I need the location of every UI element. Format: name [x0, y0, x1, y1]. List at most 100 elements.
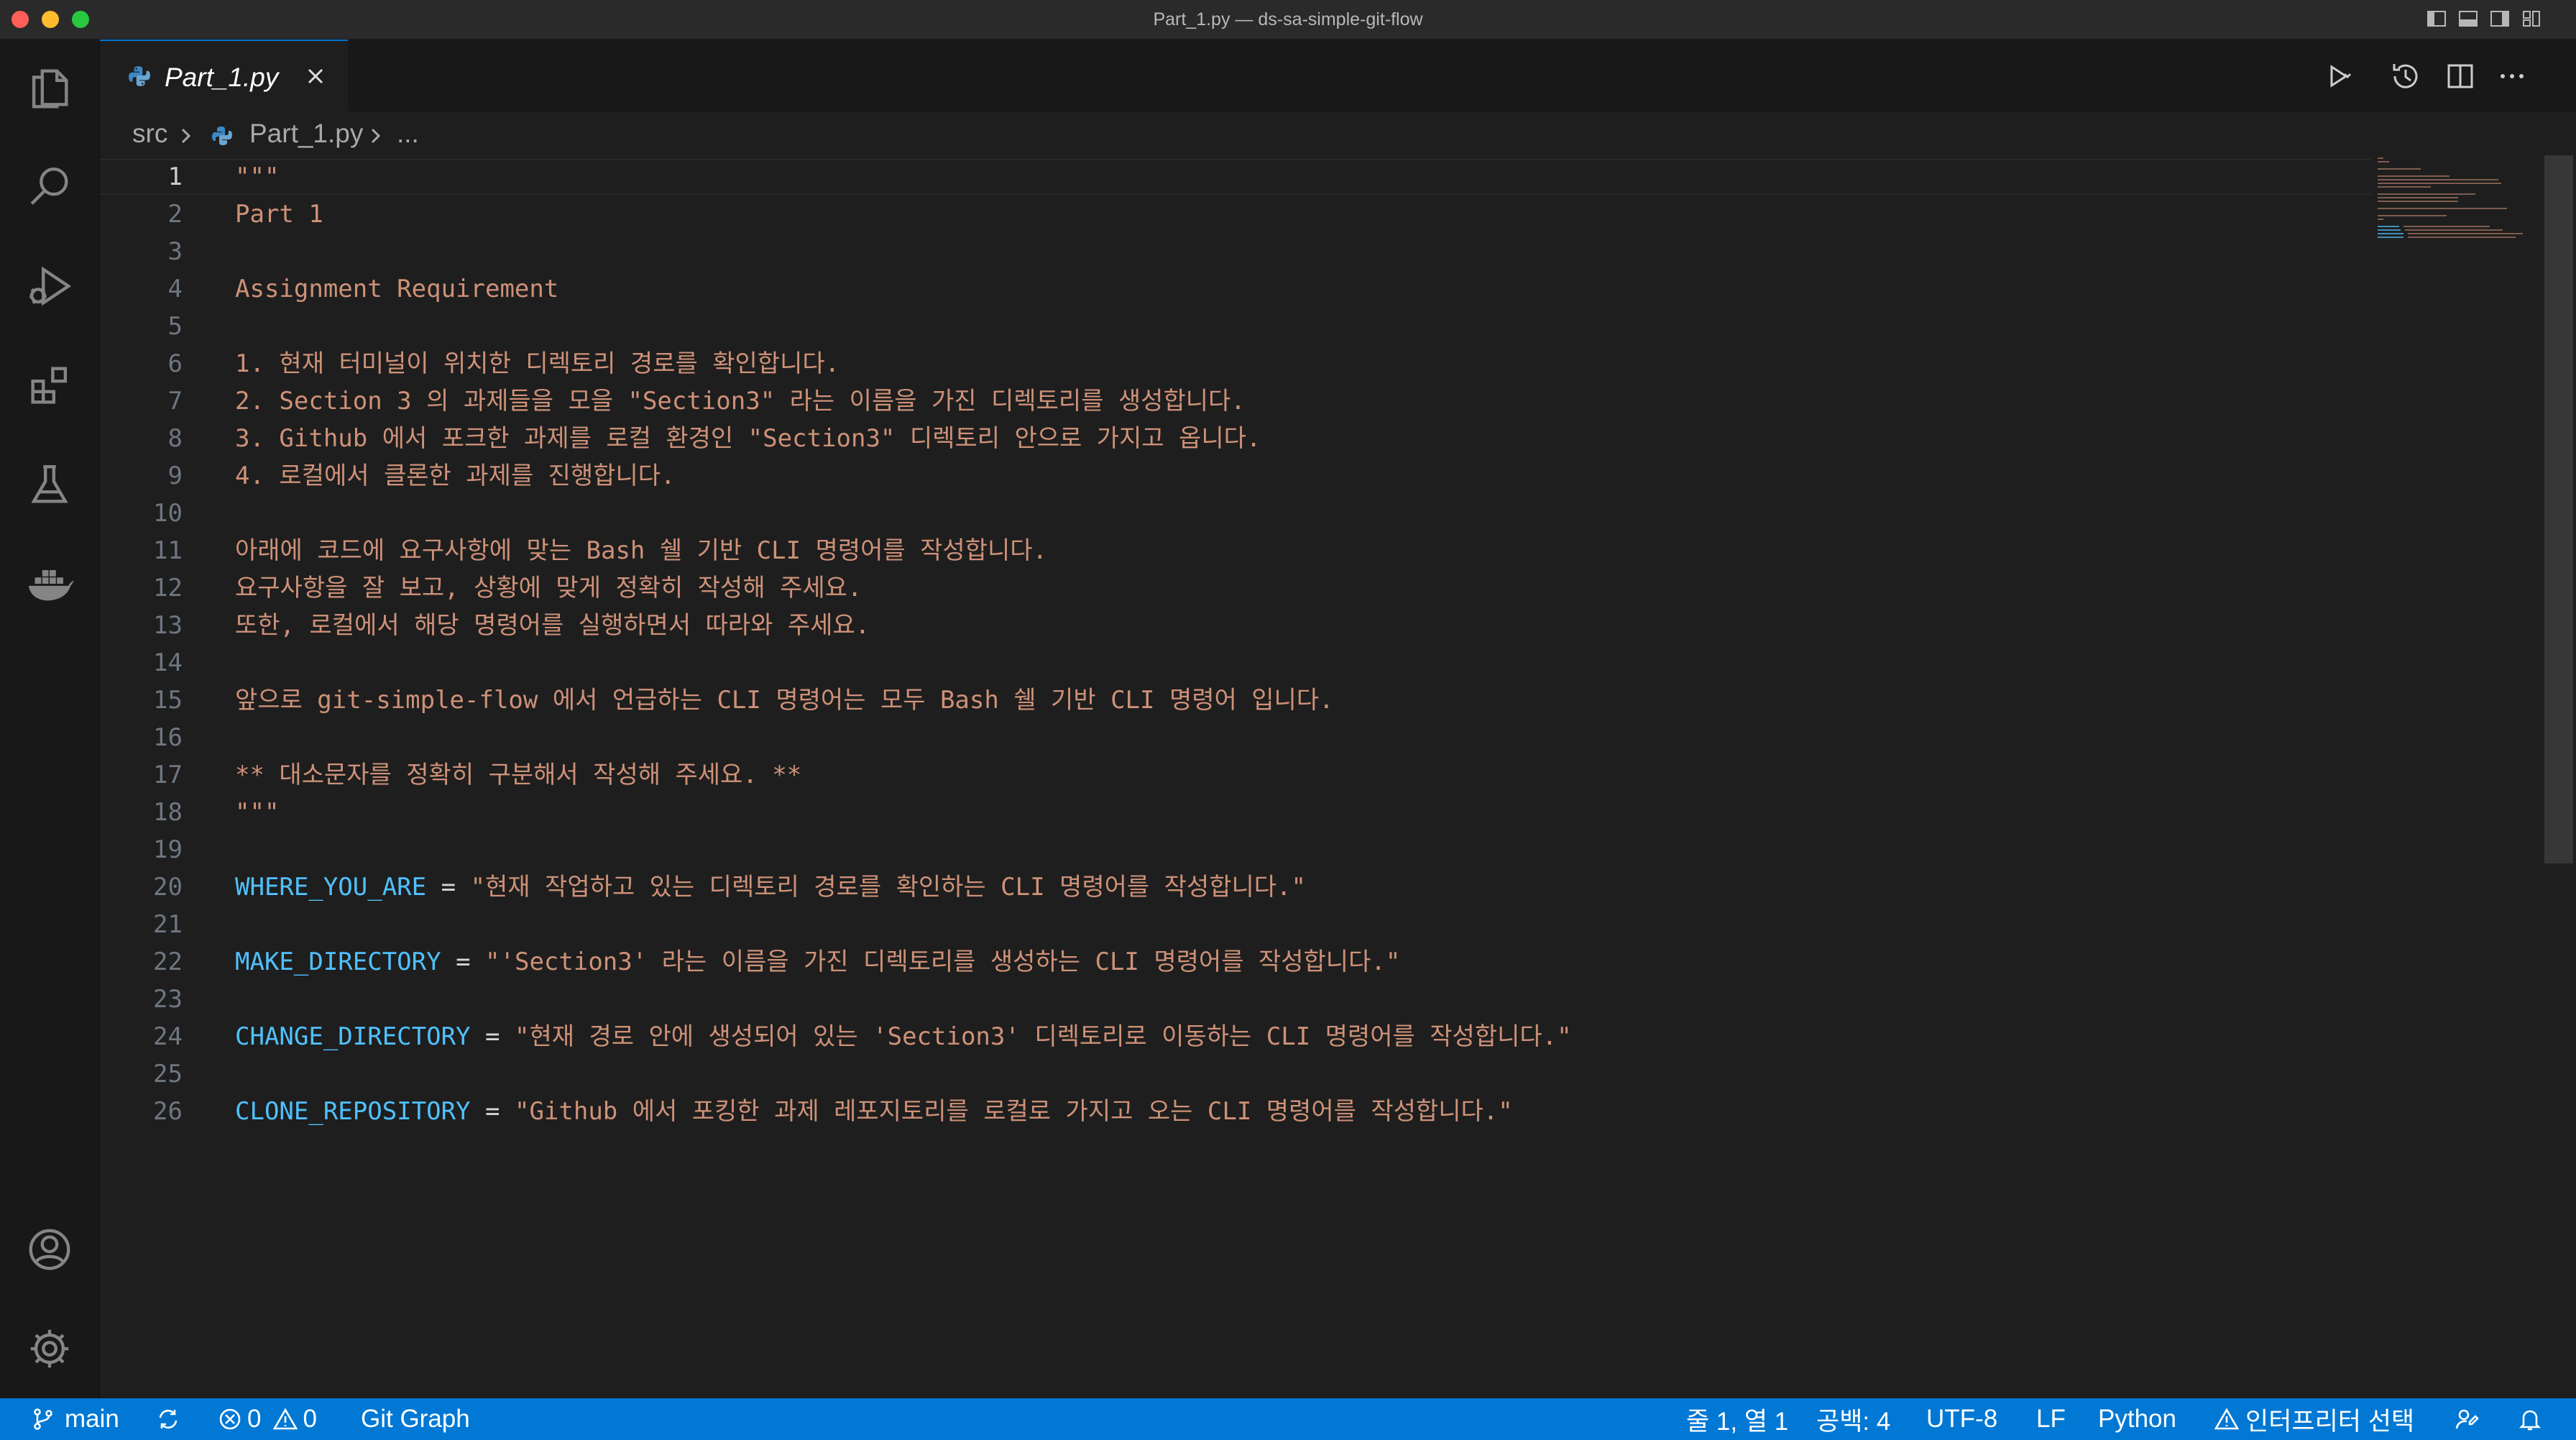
line-content: Assignment Requirement [235, 270, 558, 308]
line-number: 26 [153, 1097, 183, 1126]
python-file-icon [129, 66, 150, 86]
python-file-icon [212, 127, 232, 145]
line-content: ** 대소문자를 정확히 구분해서 작성해 주세요. ** [235, 756, 801, 794]
manage-gear-icon[interactable] [21, 1320, 78, 1377]
assignment-operator: = [456, 948, 471, 976]
line-number: 14 [153, 648, 183, 677]
error-count: 0 [247, 1405, 262, 1433]
variable-name: WHERE_YOU_ARE [235, 873, 427, 902]
encoding[interactable]: UTF-8 [1926, 1398, 1997, 1440]
toggle-secondary-sidebar-icon[interactable] [2490, 9, 2510, 28]
line-content: 아래에 코드에 요구사항에 맞는 Bash 쉘 기반 CLI 명령어를 작성합니… [235, 532, 1047, 569]
account-icon[interactable] [21, 1221, 78, 1278]
line-number: 13 [153, 611, 183, 640]
minimap[interactable] [2372, 153, 2544, 239]
breadcrumb: src Part_1.py ... [100, 111, 2576, 159]
docker-icon[interactable] [21, 555, 78, 613]
breadcrumb-folder[interactable]: src [132, 119, 167, 149]
string-literal: "현재 경로 안에 생성되어 있는 'Section3' 디렉토리로 이동하는 … [514, 1022, 1572, 1051]
line-content: MAKE_DIRECTORY = "'Section3' 라는 이름을 가진 디… [235, 943, 1400, 981]
line-content: 앞으로 git-simple-flow 에서 언급하는 CLI 명령어는 모두 … [235, 682, 1334, 719]
docstring-text: """ [235, 798, 280, 827]
sync-button[interactable] [155, 1398, 181, 1440]
line-number: 24 [153, 1022, 183, 1051]
timeline-history-icon[interactable] [2388, 58, 2424, 94]
assignment-operator: = [441, 873, 456, 902]
assignment-operator: = [485, 1022, 500, 1051]
line-number: 11 [153, 536, 183, 565]
current-line-highlight [100, 159, 2371, 195]
git-branch-icon [34, 1408, 52, 1430]
run-python-file-icon[interactable] [2321, 58, 2357, 94]
line-number: 19 [153, 835, 183, 864]
branch-name: main [65, 1405, 119, 1433]
end-of-line[interactable]: LF [2036, 1398, 2066, 1440]
activity-bar [0, 40, 100, 1398]
tab-part-1-py[interactable]: Part_1.py [100, 40, 348, 113]
docstring-text: 3. Github 에서 포크한 과제를 로컬 환경인 "Section3" 디… [235, 424, 1261, 453]
chevron-right-icon [371, 128, 381, 144]
toggle-panel-icon[interactable] [2458, 9, 2478, 28]
extensions-icon[interactable] [21, 357, 78, 414]
code-editor[interactable]: 1 """ 2 Part 1 3 4 Assignment Requirement 5 6 1. … [100, 159, 2576, 1397]
git-graph-button[interactable]: Git Graph [361, 1398, 470, 1440]
customize-layout-icon[interactable] [2521, 9, 2542, 28]
indentation[interactable]: 공백: 4 [1816, 1398, 1890, 1440]
line-content: 4. 로컬에서 클론한 과제를 진행합니다. [235, 457, 676, 495]
testing-icon[interactable] [21, 456, 78, 513]
line-number: 1 [167, 162, 183, 191]
docstring-text: """ [235, 162, 280, 191]
warning-icon [273, 1408, 298, 1430]
line-content: """ [235, 158, 279, 196]
line-number: 25 [153, 1060, 183, 1088]
toggle-primary-sidebar-icon[interactable] [2426, 9, 2447, 28]
string-literal: "'Section3' 라는 이름을 가진 디렉토리를 생성하는 CLI 명령어… [485, 948, 1401, 976]
more-actions-icon[interactable] [2494, 58, 2530, 94]
feedback-button[interactable] [2454, 1398, 2480, 1440]
breadcrumb-symbol[interactable]: ... [397, 119, 419, 149]
select-interpreter[interactable]: 인터프리터 선택 [2214, 1398, 2414, 1440]
line-number: 20 [153, 873, 183, 902]
split-editor-icon[interactable] [2442, 58, 2478, 94]
tab-bar: Part_1.py [100, 40, 2576, 113]
warning-count: 0 [303, 1405, 317, 1433]
close-tab-icon[interactable] [303, 63, 328, 89]
line-content: 1. 현재 터미널이 위치한 디렉토리 경로를 확인합니다. [235, 345, 840, 382]
run-debug-icon[interactable] [21, 257, 78, 315]
editor-scrollbar-thumb[interactable] [2544, 155, 2573, 863]
bell-icon [2518, 1410, 2542, 1431]
line-number: 5 [167, 312, 183, 341]
docstring-text: 1. 현재 터미널이 위치한 디렉토리 경로를 확인합니다. [235, 349, 840, 378]
branch-indicator[interactable]: main [30, 1398, 119, 1440]
title-bar: Part_1.py — ds-sa-simple-git-flow [0, 0, 2576, 40]
chevron-right-icon [181, 128, 191, 144]
line-number: 18 [153, 798, 183, 827]
cursor-position[interactable]: 줄 1, 열 1 [1686, 1398, 1788, 1440]
docstring-text: 요구사항을 잘 보고, 상황에 맞게 정확히 작성해 주세요. [235, 574, 862, 602]
docstring-text: 아래에 코드에 요구사항에 맞는 Bash 쉘 기반 CLI 명령어를 작성합니… [235, 536, 1047, 565]
line-number: 16 [153, 723, 183, 752]
docstring-text: 앞으로 git-simple-flow 에서 언급하는 CLI 명령어는 모두 … [235, 686, 1334, 715]
docstring-text: 또한, 로컬에서 해당 명령어를 실행하면서 따라와 주세요. [235, 611, 870, 640]
line-content: 3. Github 에서 포크한 과제를 로컬 환경인 "Section3" 디… [235, 420, 1261, 457]
line-number: 10 [153, 499, 183, 528]
line-number: 21 [153, 910, 183, 939]
window-title: Part_1.py — ds-sa-simple-git-flow [1153, 9, 1423, 29]
variable-name: CHANGE_DIRECTORY [235, 1022, 471, 1051]
tab-label: Part_1.py [165, 63, 279, 92]
breadcrumb-file[interactable]: Part_1.py [249, 119, 363, 149]
line-number: 6 [167, 349, 183, 378]
explorer-icon[interactable] [21, 59, 78, 116]
docstring-text: 2. Section 3 의 과제들을 모을 "Section3" 라는 이름을… [235, 387, 1246, 416]
language-mode[interactable]: Python [2098, 1398, 2176, 1440]
line-number: 7 [167, 387, 183, 416]
problems-indicator[interactable]: 0 0 [217, 1398, 317, 1440]
variable-name: MAKE_DIRECTORY [235, 948, 441, 976]
search-icon[interactable] [21, 158, 78, 216]
notifications-button[interactable] [2517, 1398, 2543, 1440]
error-icon [219, 1408, 241, 1430]
docstring-text: Assignment Requirement [235, 275, 559, 303]
line-number: 17 [153, 761, 183, 789]
line-content: Part 1 [235, 196, 323, 233]
string-literal: "Github 에서 포킹한 과제 레포지토리를 로컬로 가지고 오는 CLI … [514, 1097, 1513, 1126]
